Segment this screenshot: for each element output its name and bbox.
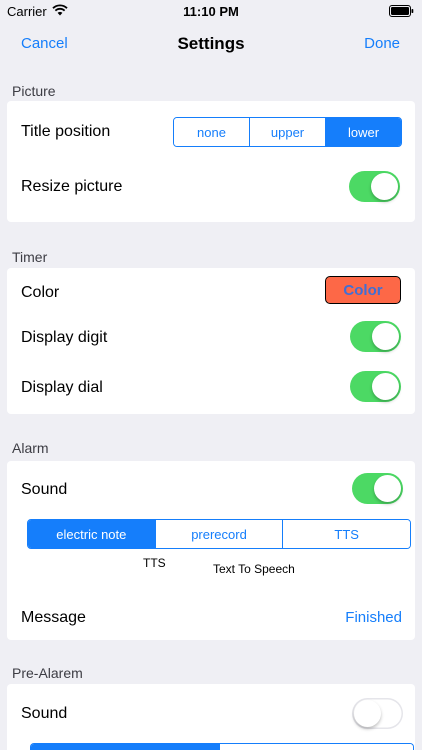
display-dial-switch[interactable] (350, 371, 401, 402)
navigation-bar: Cancel Settings Done (0, 22, 422, 66)
resize-picture-switch[interactable] (349, 171, 400, 202)
switch-knob (372, 373, 399, 400)
alarm-sound-label: Sound (21, 481, 68, 498)
status-bar: Carrier 11:10 PM (0, 0, 422, 22)
clock: 11:10 PM (183, 4, 239, 19)
pre-alarm-sound-switch[interactable] (352, 698, 403, 729)
switch-knob (374, 475, 401, 502)
segment-selected[interactable] (31, 744, 219, 750)
settings-screen: Carrier 11:10 PM Cancel Settings Done Pi… (0, 0, 422, 750)
message-value[interactable]: Finished (345, 609, 402, 626)
color-label: Color (21, 284, 60, 301)
pre-alarm-card: Sound (7, 684, 415, 750)
switch-knob (354, 700, 381, 727)
picture-card: Title position none upper lower Resize p… (7, 101, 415, 222)
tts-label: TTS (143, 556, 166, 570)
section-header-pre-alarm: Pre-Alarem (12, 665, 83, 681)
color-button[interactable]: Color (325, 276, 401, 304)
segment-other[interactable] (219, 744, 413, 750)
title-position-segmented-control[interactable]: none upper lower (173, 117, 402, 147)
display-digit-switch[interactable] (350, 321, 401, 352)
segment-tts[interactable]: TTS (282, 520, 410, 548)
display-dial-label: Display dial (21, 379, 103, 396)
done-button[interactable]: Done (364, 35, 400, 52)
section-header-timer: Timer (12, 249, 48, 265)
battery-icon (389, 5, 414, 17)
display-digit-label: Display digit (21, 329, 108, 346)
resize-picture-label: Resize picture (21, 178, 123, 195)
pre-alarm-sound-type-segmented-control[interactable] (30, 743, 414, 750)
pre-alarm-sound-label: Sound (21, 705, 68, 722)
title-position-label: Title position (21, 123, 111, 140)
alarm-card: Sound electric note prerecord TTS TTS Te… (7, 461, 415, 640)
segment-upper[interactable]: upper (249, 118, 325, 146)
message-label: Message (21, 609, 86, 626)
page-title: Settings (177, 34, 245, 53)
segment-prerecord[interactable]: prerecord (154, 520, 283, 548)
tts-text-field[interactable]: Text To Speech (213, 562, 295, 576)
alarm-sound-switch[interactable] (352, 473, 403, 504)
switch-knob (371, 173, 398, 200)
alarm-sound-type-segmented-control[interactable]: electric note prerecord TTS (27, 519, 411, 549)
segment-lower[interactable]: lower (325, 118, 401, 146)
section-header-alarm: Alarm (12, 440, 49, 456)
segment-electric-note[interactable]: electric note (28, 520, 155, 548)
segment-none[interactable]: none (174, 118, 249, 146)
timer-card: Color Color Display digit Display dial (7, 268, 415, 414)
section-header-picture: Picture (12, 83, 56, 99)
switch-knob (372, 323, 399, 350)
